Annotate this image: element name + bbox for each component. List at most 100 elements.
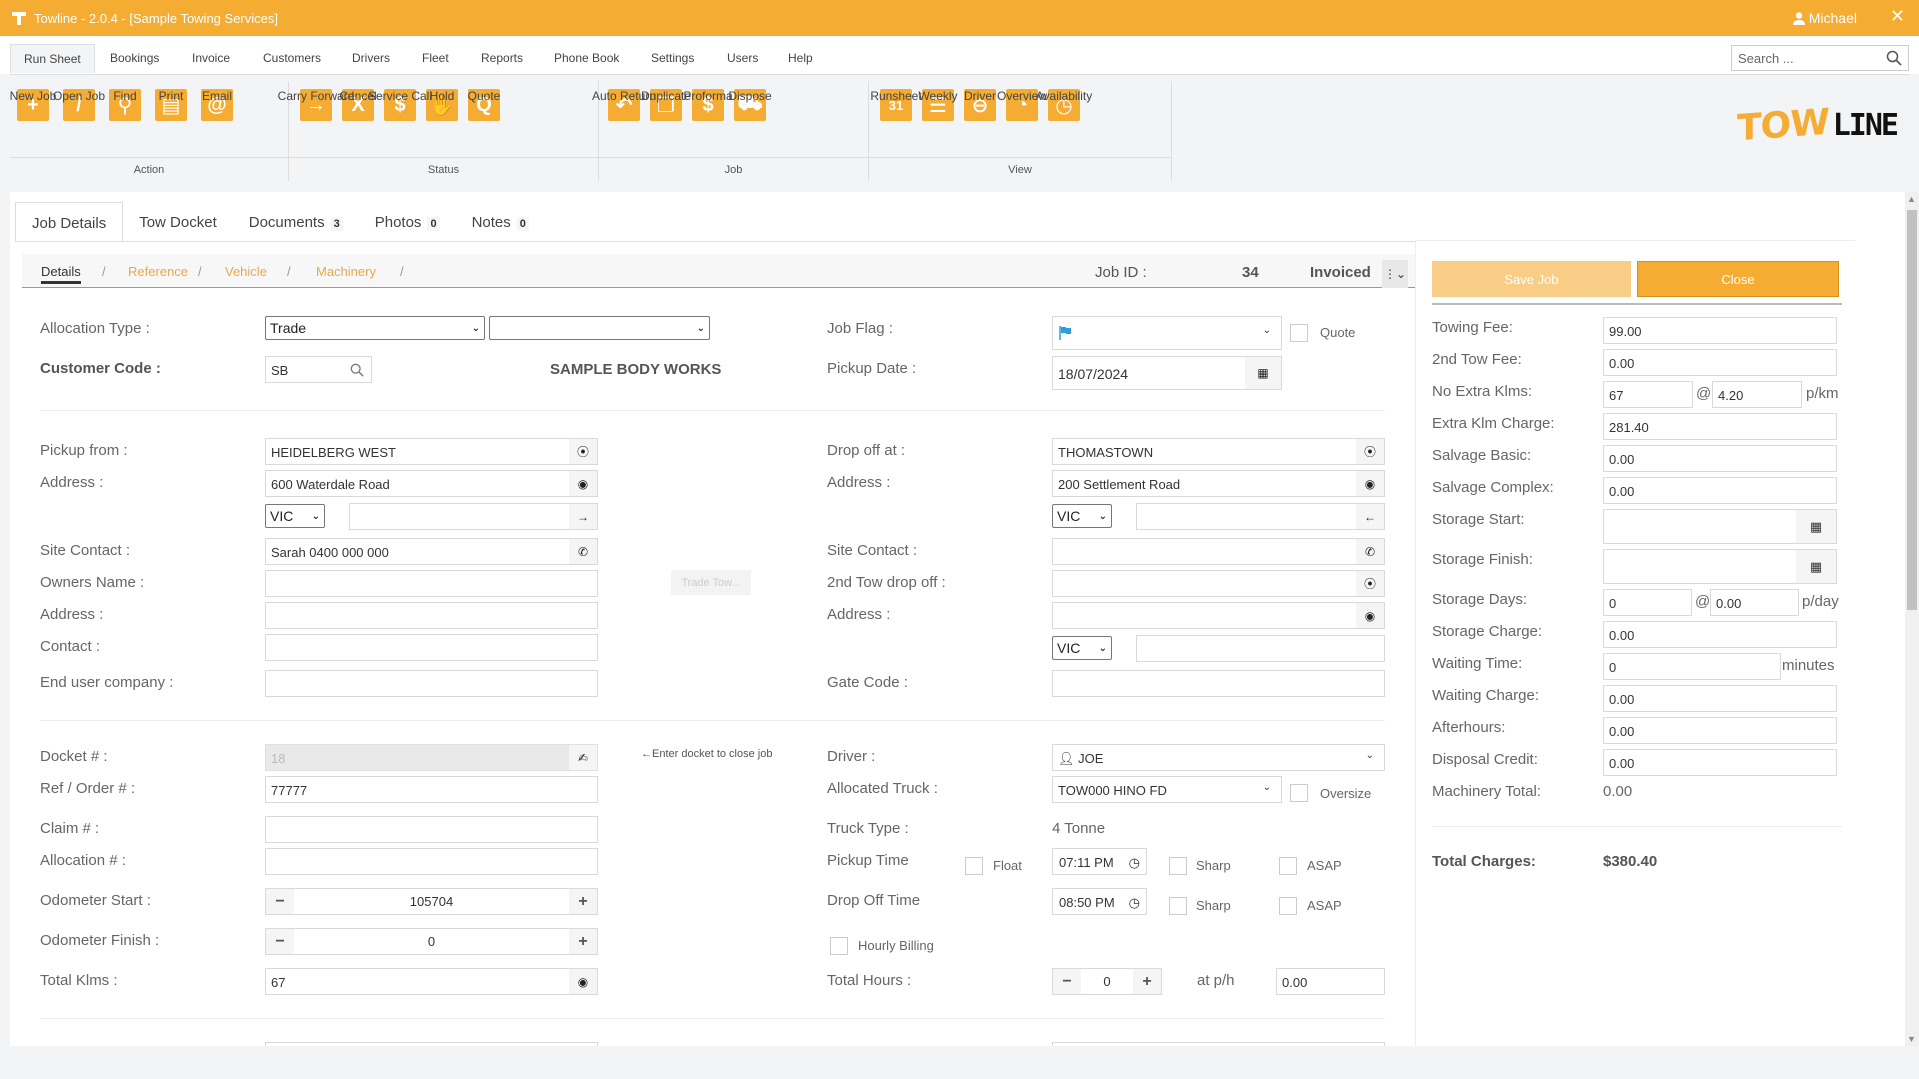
- weekly-button[interactable]: ☰ Weekly: [917, 81, 959, 155]
- float-checkbox[interactable]: [965, 857, 983, 875]
- minus-icon[interactable]: −: [266, 889, 294, 914]
- menu-drivers[interactable]: Drivers: [339, 44, 403, 73]
- carry-forward-button[interactable]: → Carry Forward: [278, 81, 354, 155]
- auto-return-button[interactable]: ↶ Auto Return: [592, 81, 656, 155]
- clock-icon[interactable]: ◷: [1129, 855, 1140, 874]
- total-klms-input[interactable]: 67 ◉: [265, 968, 598, 995]
- storage-start-input[interactable]: ▦: [1603, 509, 1837, 544]
- menu-fleet[interactable]: Fleet: [409, 44, 462, 73]
- odometer-finish-stepper[interactable]: −0 +: [265, 928, 598, 955]
- arrow-left-icon[interactable]: ←: [1356, 504, 1384, 529]
- second-tow-drop-input[interactable]: ⦿: [1052, 570, 1385, 597]
- allocated-truck-select[interactable]: TOW000 HINO FD ⌄: [1052, 776, 1282, 803]
- print-button[interactable]: ▤ Print: [150, 81, 192, 155]
- availability-button[interactable]: ◷ Availability: [1036, 81, 1092, 155]
- minus-icon[interactable]: −: [1053, 969, 1081, 994]
- dispose-button[interactable]: ⛟ Dispose: [728, 81, 772, 155]
- section-reference[interactable]: Reference: [128, 264, 188, 279]
- salvage-complex-input[interactable]: 0.00: [1603, 477, 1837, 504]
- locate-icon[interactable]: ◉: [1356, 471, 1384, 496]
- towing-fee-input[interactable]: 99.00: [1603, 317, 1837, 344]
- salvage-basic-input[interactable]: 0.00: [1603, 445, 1837, 472]
- owners-address-input[interactable]: [265, 602, 598, 629]
- signature-pen-icon[interactable]: ✍: [569, 745, 597, 770]
- menu-bookings[interactable]: Bookings: [97, 44, 172, 73]
- menu-run-sheet[interactable]: Run Sheet: [10, 44, 95, 73]
- new-job-button[interactable]: + New Job: [10, 81, 56, 155]
- tab-notes[interactable]: Notes 0: [456, 202, 545, 242]
- pickup-sharp-checkbox[interactable]: [1169, 857, 1187, 875]
- waiting-charge-input[interactable]: 0.00: [1603, 685, 1837, 712]
- allocation-type-select[interactable]: Trade ⌄: [265, 316, 485, 340]
- extra-klms-input[interactable]: 67: [1603, 381, 1693, 408]
- runsheet-button[interactable]: 31 Runsheet: [870, 81, 922, 155]
- menu-customers[interactable]: Customers: [250, 44, 334, 73]
- extra-klm-rate-input[interactable]: 4.20: [1712, 381, 1802, 408]
- next-field-input-right[interactable]: [1052, 1042, 1385, 1046]
- pickup-time-input[interactable]: 07:11 PM ◷: [1052, 848, 1147, 875]
- menu-settings[interactable]: Settings: [638, 44, 707, 73]
- locate-icon[interactable]: ◉: [1356, 603, 1384, 628]
- storage-rate-input[interactable]: 0.00: [1710, 589, 1799, 616]
- pickup-postcode-input[interactable]: →: [349, 503, 598, 530]
- menu-help[interactable]: Help: [775, 44, 826, 73]
- odometer-start-stepper[interactable]: −105704 +: [265, 888, 598, 915]
- trade-tow-button[interactable]: Trade Tow...: [671, 570, 751, 595]
- current-user[interactable]: Michael: [1792, 10, 1857, 26]
- scroll-down-icon[interactable]: ▼: [1907, 1034, 1916, 1044]
- minus-icon[interactable]: −: [266, 929, 294, 954]
- waiting-time-input[interactable]: 0: [1603, 653, 1781, 680]
- tab-documents[interactable]: Documents 3: [233, 202, 359, 242]
- drop-site-contact-input[interactable]: ✆: [1052, 538, 1385, 565]
- gate-code-input[interactable]: [1052, 670, 1385, 697]
- extra-klm-charge-input[interactable]: 281.40: [1603, 413, 1837, 440]
- second-tow-address-input[interactable]: ◉: [1052, 602, 1385, 629]
- plus-icon[interactable]: +: [569, 889, 597, 914]
- tab-photos[interactable]: Photos 0: [359, 202, 456, 242]
- tab-job-details[interactable]: Job Details: [15, 202, 124, 242]
- menu-phone-book[interactable]: Phone Book: [541, 44, 632, 73]
- total-hours-stepper[interactable]: −0 +: [1052, 968, 1162, 995]
- service-call-button[interactable]: $ Service Call: [368, 81, 432, 155]
- drop-state-select[interactable]: VIC ⌄: [1052, 504, 1112, 528]
- ref-order-input[interactable]: 77777: [265, 776, 598, 803]
- section-vehicle[interactable]: Vehicle: [225, 264, 267, 279]
- hourly-billing-checkbox[interactable]: [830, 937, 848, 955]
- locate-icon[interactable]: ◉: [569, 471, 597, 496]
- menu-users[interactable]: Users: [714, 44, 771, 73]
- pickup-state-select[interactable]: VIC ⌄: [265, 504, 325, 528]
- quote-checkbox[interactable]: [1290, 324, 1308, 342]
- job-flag-select[interactable]: ⌄: [1052, 316, 1282, 350]
- second-tow-state-select[interactable]: VIC ⌄: [1052, 636, 1112, 660]
- drop-sharp-checkbox[interactable]: [1169, 897, 1187, 915]
- oversize-checkbox[interactable]: [1290, 784, 1308, 802]
- plus-icon[interactable]: +: [569, 929, 597, 954]
- open-job-button[interactable]: / Open Job: [53, 81, 105, 155]
- scrollbar-thumb[interactable]: [1907, 210, 1917, 610]
- map-marker-icon[interactable]: ⦿: [569, 439, 597, 464]
- storage-days-input[interactable]: 0: [1603, 589, 1692, 616]
- clock-icon[interactable]: ◷: [1129, 895, 1140, 914]
- find-button[interactable]: ⚲ Find: [104, 81, 146, 155]
- search-input[interactable]: Search ...: [1731, 45, 1909, 71]
- pickup-address-input[interactable]: 600 Waterdale Road ◉: [265, 470, 598, 497]
- tab-tow-docket[interactable]: Tow Docket: [123, 202, 233, 242]
- storage-charge-input[interactable]: 0.00: [1603, 621, 1837, 648]
- docket-input[interactable]: 18 ✍: [265, 744, 598, 771]
- end-user-company-input[interactable]: [265, 670, 598, 697]
- drop-off-time-input[interactable]: 08:50 PM ◷: [1052, 888, 1147, 915]
- next-field-input[interactable]: [265, 1042, 598, 1046]
- vertical-scrollbar[interactable]: ▲ ▼: [1905, 192, 1919, 1046]
- arrow-right-icon[interactable]: →: [569, 504, 597, 529]
- driver-view-button[interactable]: ⊖ Driver: [959, 81, 1001, 155]
- menu-invoice[interactable]: Invoice: [179, 44, 243, 73]
- search-icon[interactable]: [343, 357, 371, 382]
- map-marker-icon[interactable]: ⦿: [1356, 439, 1384, 464]
- claim-input[interactable]: [265, 816, 598, 843]
- allocation-subtype-select[interactable]: ⌄: [489, 316, 710, 340]
- calendar-icon[interactable]: ▦: [1245, 357, 1281, 389]
- drop-off-at-input[interactable]: THOMASTOWN ⦿: [1052, 438, 1385, 465]
- customer-code-input[interactable]: SB: [265, 356, 372, 383]
- drop-postcode-input[interactable]: ←: [1136, 503, 1385, 530]
- search-icon[interactable]: [1886, 50, 1902, 66]
